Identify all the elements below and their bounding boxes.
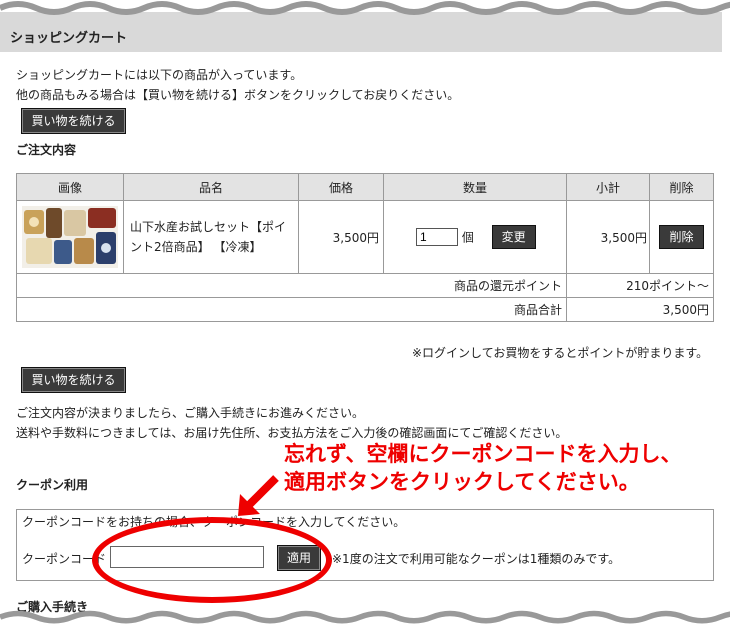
intro-line-1: ショッピングカートには以下の商品が入っています。 [16,68,303,82]
product-name-line-2: ント2倍商品】 【冷凍】 [130,240,262,254]
intro-line-2: 他の商品もみる場合は【買い物を続ける】ボタンをクリックしてお戻りください。 [16,88,460,102]
product-name-cell: 山下水産お試しセット【ポイ ント2倍商品】 【冷凍】 [123,200,299,274]
annotation-line-1: 忘れず、空欄にクーポンコードを入力し、 [284,442,682,466]
quantity-input[interactable] [416,228,458,246]
red-arrow-icon [238,475,279,516]
points-row: 商品の還元ポイント 210ポイント～ [16,273,714,298]
proceed-instructions: ご注文内容が決まりましたら、ご購入手続きにお進みください。 送料や手数料につきま… [16,403,567,443]
total-label: 商品合計 [16,297,567,322]
col-image: 画像 [16,173,124,201]
proceed-line-1: ご注文内容が決まりましたら、ご購入手続きにお進みください。 [16,406,365,420]
coupon-note: ※1度の注文で利用可能なクーポンは1種類のみです。 [332,552,621,566]
cart-intro: ショッピングカートには以下の商品が入っています。 他の商品もみる場合は【買い物を… [16,65,459,105]
total-value: 3,500円 [566,297,714,322]
cart-table: 画像 品名 価格 数量 小計 削除 山下水産お試しセット【ポイ ント2倍商品】 … [16,173,714,322]
points-value: 210ポイント～ [566,273,714,298]
table-header-row: 画像 品名 価格 数量 小計 削除 [16,173,714,201]
product-image[interactable] [22,206,118,268]
product-image-cell [16,200,124,274]
delete-cell: 削除 [649,200,714,274]
points-label: 商品の還元ポイント [16,273,567,298]
col-price: 価格 [298,173,384,201]
delete-item-button[interactable]: 削除 [659,225,704,249]
quantity-cell: 個 変更 [383,200,567,274]
col-quantity: 数量 [383,173,567,201]
page-title: ショッピングカート [10,31,128,46]
product-price: 3,500円 [298,200,384,274]
coupon-heading: クーポン利用 [16,478,89,492]
total-row: 商品合計 3,500円 [16,297,714,322]
col-delete: 削除 [649,173,714,201]
change-quantity-button[interactable]: 変更 [491,225,536,249]
col-subtotal: 小計 [566,173,650,201]
table-row: 山下水産お試しセット【ポイ ント2倍商品】 【冷凍】 3,500円 個 変更 3… [16,200,714,274]
quantity-unit: 個 [461,230,474,245]
annotation-line-2: 適用ボタンをクリックしてください。 [284,470,640,494]
order-heading: ご注文内容 [16,143,77,157]
login-points-note: ※ログインしてお買物をするとポイントが貯まります。 [412,346,709,360]
continue-shopping-button[interactable]: 買い物を続ける [21,108,126,134]
coupon-annotation: 忘れず、空欄にクーポンコードを入力し、 適用ボタンをクリックしてください。 [284,440,682,496]
col-name: 品名 [123,173,299,201]
highlight-ellipse [92,517,332,603]
top-wave-border [0,0,730,15]
bottom-wave-border [0,610,730,628]
product-name-line-1: 山下水産お試しセット【ポイ [130,220,287,234]
product-subtotal: 3,500円 [566,200,650,274]
continue-shopping-button-2[interactable]: 買い物を続ける [21,367,126,393]
